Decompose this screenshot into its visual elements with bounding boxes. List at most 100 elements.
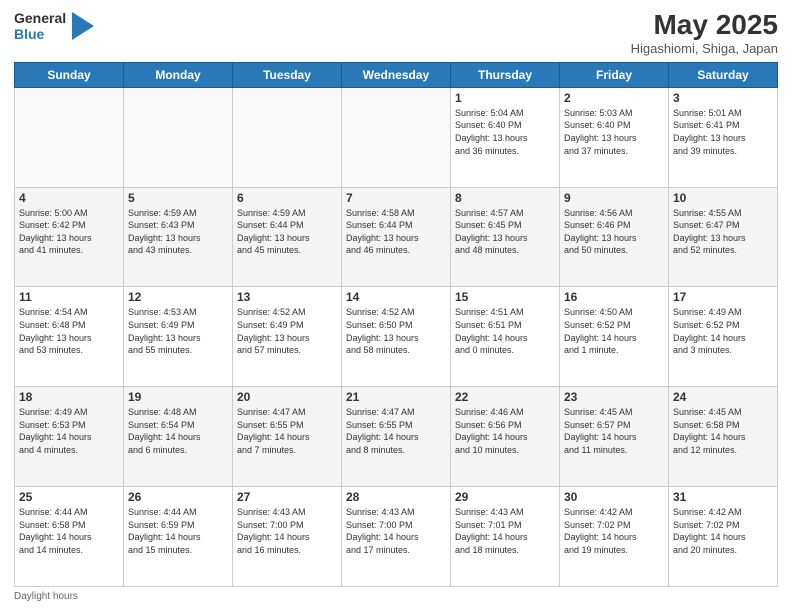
- day-cell: 11 Sunrise: 4:54 AM Sunset: 6:48 PM Dayli…: [15, 287, 124, 387]
- day-info: Sunrise: 4:58 AM Sunset: 6:44 PM Dayligh…: [346, 207, 446, 257]
- logo-arrow-icon: [72, 12, 94, 40]
- day-number: 5: [128, 191, 228, 205]
- day-cell: 28 Sunrise: 4:43 AM Sunset: 7:00 PM Dayli…: [342, 487, 451, 587]
- week-row-3: 11 Sunrise: 4:54 AM Sunset: 6:48 PM Dayli…: [15, 287, 778, 387]
- day-number: 24: [673, 390, 773, 404]
- day-cell: 14 Sunrise: 4:52 AM Sunset: 6:50 PM Dayli…: [342, 287, 451, 387]
- day-number: 15: [455, 290, 555, 304]
- day-number: 25: [19, 490, 119, 504]
- day-cell: 7 Sunrise: 4:58 AM Sunset: 6:44 PM Daylig…: [342, 187, 451, 287]
- day-info: Sunrise: 5:03 AM Sunset: 6:40 PM Dayligh…: [564, 107, 664, 157]
- day-number: 29: [455, 490, 555, 504]
- day-info: Sunrise: 4:57 AM Sunset: 6:45 PM Dayligh…: [455, 207, 555, 257]
- day-number: 16: [564, 290, 664, 304]
- day-info: Sunrise: 4:44 AM Sunset: 6:58 PM Dayligh…: [19, 506, 119, 556]
- day-cell: 30 Sunrise: 4:42 AM Sunset: 7:02 PM Dayli…: [560, 487, 669, 587]
- day-info: Sunrise: 4:48 AM Sunset: 6:54 PM Dayligh…: [128, 406, 228, 456]
- day-number: 11: [19, 290, 119, 304]
- day-cell: 29 Sunrise: 4:43 AM Sunset: 7:01 PM Dayli…: [451, 487, 560, 587]
- day-info: Sunrise: 4:55 AM Sunset: 6:47 PM Dayligh…: [673, 207, 773, 257]
- day-number: 10: [673, 191, 773, 205]
- day-info: Sunrise: 4:45 AM Sunset: 6:57 PM Dayligh…: [564, 406, 664, 456]
- page: General Blue May 2025 Higashiomi, Shiga,…: [0, 0, 792, 612]
- day-cell: 12 Sunrise: 4:53 AM Sunset: 6:49 PM Dayli…: [124, 287, 233, 387]
- day-number: 23: [564, 390, 664, 404]
- day-info: Sunrise: 4:59 AM Sunset: 6:44 PM Dayligh…: [237, 207, 337, 257]
- day-info: Sunrise: 4:52 AM Sunset: 6:49 PM Dayligh…: [237, 306, 337, 356]
- week-row-2: 4 Sunrise: 5:00 AM Sunset: 6:42 PM Daylig…: [15, 187, 778, 287]
- main-title: May 2025: [631, 10, 778, 41]
- day-cell: 16 Sunrise: 4:50 AM Sunset: 6:52 PM Dayli…: [560, 287, 669, 387]
- day-number: 28: [346, 490, 446, 504]
- day-number: 18: [19, 390, 119, 404]
- day-number: 31: [673, 490, 773, 504]
- day-number: 30: [564, 490, 664, 504]
- day-number: 12: [128, 290, 228, 304]
- day-cell: 19 Sunrise: 4:48 AM Sunset: 6:54 PM Dayli…: [124, 387, 233, 487]
- day-info: Sunrise: 4:43 AM Sunset: 7:01 PM Dayligh…: [455, 506, 555, 556]
- header: General Blue May 2025 Higashiomi, Shiga,…: [14, 10, 778, 56]
- day-header-sunday: Sunday: [15, 62, 124, 87]
- day-header-monday: Monday: [124, 62, 233, 87]
- day-info: Sunrise: 4:42 AM Sunset: 7:02 PM Dayligh…: [673, 506, 773, 556]
- day-number: 26: [128, 490, 228, 504]
- day-info: Sunrise: 4:46 AM Sunset: 6:56 PM Dayligh…: [455, 406, 555, 456]
- logo: General Blue: [14, 10, 94, 42]
- day-info: Sunrise: 4:52 AM Sunset: 6:50 PM Dayligh…: [346, 306, 446, 356]
- day-number: 6: [237, 191, 337, 205]
- day-info: Sunrise: 5:00 AM Sunset: 6:42 PM Dayligh…: [19, 207, 119, 257]
- day-header-wednesday: Wednesday: [342, 62, 451, 87]
- day-cell: 27 Sunrise: 4:43 AM Sunset: 7:00 PM Dayli…: [233, 487, 342, 587]
- day-info: Sunrise: 4:42 AM Sunset: 7:02 PM Dayligh…: [564, 506, 664, 556]
- day-cell: 6 Sunrise: 4:59 AM Sunset: 6:44 PM Daylig…: [233, 187, 342, 287]
- day-cell: 13Sunrise: 4:52 AM Sunset: 6:49 PM Dayli…: [233, 287, 342, 387]
- day-number: 14: [346, 290, 446, 304]
- day-info: Sunrise: 4:47 AM Sunset: 6:55 PM Dayligh…: [346, 406, 446, 456]
- day-cell: 3Sunrise: 5:01 AM Sunset: 6:41 PM Daylig…: [669, 87, 778, 187]
- day-cell: 18 Sunrise: 4:49 AM Sunset: 6:53 PM Dayli…: [15, 387, 124, 487]
- day-number: 20: [237, 390, 337, 404]
- day-cell: 21 Sunrise: 4:47 AM Sunset: 6:55 PM Dayli…: [342, 387, 451, 487]
- day-number: 17: [673, 290, 773, 304]
- day-number: 3: [673, 91, 773, 105]
- day-cell: 4 Sunrise: 5:00 AM Sunset: 6:42 PM Daylig…: [15, 187, 124, 287]
- day-info: Sunrise: 4:54 AM Sunset: 6:48 PM Dayligh…: [19, 306, 119, 356]
- day-info: Sunrise: 4:43 AM Sunset: 7:00 PM Dayligh…: [237, 506, 337, 556]
- day-number: 4: [19, 191, 119, 205]
- day-header-saturday: Saturday: [669, 62, 778, 87]
- day-cell: 26Sunrise: 4:44 AM Sunset: 6:59 PM Dayli…: [124, 487, 233, 587]
- day-cell: 8 Sunrise: 4:57 AM Sunset: 6:45 PM Daylig…: [451, 187, 560, 287]
- day-cell: 23 Sunrise: 4:45 AM Sunset: 6:57 PM Dayli…: [560, 387, 669, 487]
- calendar-header-row: SundayMondayTuesdayWednesdayThursdayFrid…: [15, 62, 778, 87]
- day-number: 8: [455, 191, 555, 205]
- day-cell: 15Sunrise: 4:51 AM Sunset: 6:51 PM Dayli…: [451, 287, 560, 387]
- day-info: Sunrise: 4:49 AM Sunset: 6:52 PM Dayligh…: [673, 306, 773, 356]
- day-info: Sunrise: 4:45 AM Sunset: 6:58 PM Dayligh…: [673, 406, 773, 456]
- week-row-1: 1Sunrise: 5:04 AM Sunset: 6:40 PM Daylig…: [15, 87, 778, 187]
- day-cell: 25 Sunrise: 4:44 AM Sunset: 6:58 PM Dayli…: [15, 487, 124, 587]
- day-info: Sunrise: 4:53 AM Sunset: 6:49 PM Dayligh…: [128, 306, 228, 356]
- day-cell: [233, 87, 342, 187]
- day-number: 21: [346, 390, 446, 404]
- day-number: 19: [128, 390, 228, 404]
- day-info: Sunrise: 4:50 AM Sunset: 6:52 PM Dayligh…: [564, 306, 664, 356]
- day-info: Sunrise: 4:49 AM Sunset: 6:53 PM Dayligh…: [19, 406, 119, 456]
- day-cell: 31 Sunrise: 4:42 AM Sunset: 7:02 PM Dayli…: [669, 487, 778, 587]
- day-cell: [15, 87, 124, 187]
- day-cell: [124, 87, 233, 187]
- week-row-4: 18 Sunrise: 4:49 AM Sunset: 6:53 PM Dayli…: [15, 387, 778, 487]
- day-cell: 10 Sunrise: 4:55 AM Sunset: 6:47 PM Dayli…: [669, 187, 778, 287]
- day-cell: 20 Sunrise: 4:47 AM Sunset: 6:55 PM Dayli…: [233, 387, 342, 487]
- calendar-table: SundayMondayTuesdayWednesdayThursdayFrid…: [14, 62, 778, 587]
- day-number: 27: [237, 490, 337, 504]
- day-cell: 1Sunrise: 5:04 AM Sunset: 6:40 PM Daylig…: [451, 87, 560, 187]
- logo-general-text: General: [14, 10, 66, 26]
- day-cell: 2Sunrise: 5:03 AM Sunset: 6:40 PM Daylig…: [560, 87, 669, 187]
- day-cell: [342, 87, 451, 187]
- day-info: Sunrise: 4:47 AM Sunset: 6:55 PM Dayligh…: [237, 406, 337, 456]
- day-cell: 9Sunrise: 4:56 AM Sunset: 6:46 PM Daylig…: [560, 187, 669, 287]
- day-number: 7: [346, 191, 446, 205]
- day-cell: 22Sunrise: 4:46 AM Sunset: 6:56 PM Dayli…: [451, 387, 560, 487]
- logo-blue-text: Blue: [14, 26, 66, 42]
- day-info: Sunrise: 4:43 AM Sunset: 7:00 PM Dayligh…: [346, 506, 446, 556]
